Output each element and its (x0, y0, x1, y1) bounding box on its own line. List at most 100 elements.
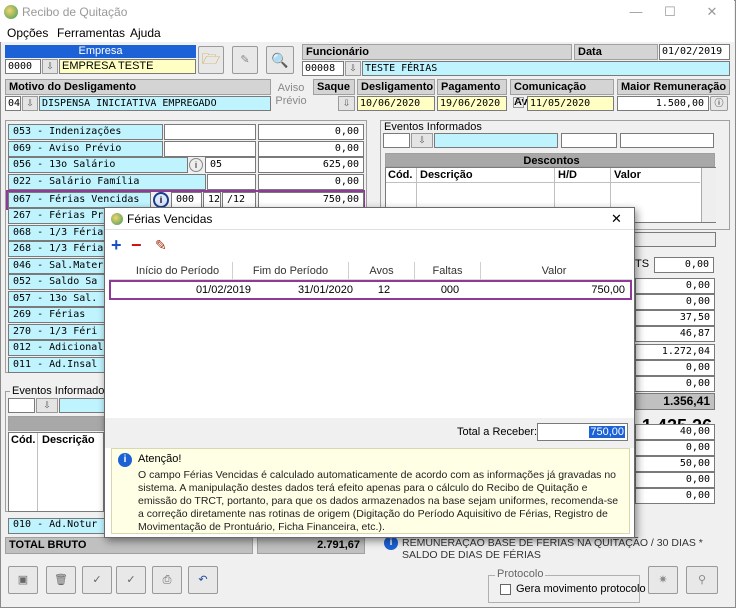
motivo-lookup-button[interactable]: ⇩ (22, 96, 38, 111)
note-text: O campo Férias Vencidas é calculado auto… (138, 469, 619, 533)
edit-doc-icon: ✎ (240, 54, 250, 66)
right-event-lookup[interactable]: ⇩ (411, 133, 433, 148)
pagamento-value[interactable]: 19/06/2020 (437, 96, 507, 111)
remove-icon[interactable]: − (131, 236, 142, 254)
periodo-row[interactable]: 01/02/2019 31/01/2020 12 000 750,00 (109, 280, 632, 300)
value-cell[interactable]: 0,00 (635, 360, 715, 376)
ad-noturno-label: 010 - Ad.Notur (8, 518, 105, 534)
desligamento-value[interactable]: 10/06/2020 (357, 96, 435, 111)
right-event-hd[interactable] (561, 133, 617, 148)
info-button[interactable]: ⓘ (710, 96, 728, 111)
motivo-code[interactable]: 04 (5, 96, 21, 111)
verba-ref[interactable] (207, 174, 256, 190)
col-descricao: Descrição (420, 169, 473, 181)
scrollbar[interactable] (701, 168, 716, 222)
descontos-title: Descontos (385, 153, 715, 167)
value-cell[interactable]: 0,00 (635, 488, 715, 504)
verba-ref[interactable]: 05 (205, 157, 256, 173)
grid-divider (37, 433, 38, 511)
verba-value[interactable]: 625,00 (258, 157, 364, 173)
left-events-grid[interactable]: Cód. Descrição (8, 432, 104, 512)
value-cell[interactable]: 46,87 (635, 326, 715, 342)
confirm-button[interactable]: ✓ (82, 566, 112, 594)
search-button[interactable]: 🔍 (266, 46, 294, 74)
verba-ref[interactable] (164, 124, 256, 140)
delete-button[interactable]: 🗑 (46, 566, 76, 594)
verba-label: 046 - Sal.Mater (8, 258, 105, 274)
value-cell[interactable]: 1.272,04 (635, 344, 715, 360)
ferias-info-icon[interactable]: i (153, 192, 169, 208)
app-icon (4, 5, 18, 19)
undo-button[interactable]: ↶ (188, 566, 218, 594)
minimize-button[interactable]: — (626, 4, 646, 20)
menu-ajuda[interactable]: Ajuda (130, 26, 161, 40)
col-valor: Valor (541, 265, 567, 277)
print-button[interactable]: ⎙ (152, 566, 182, 594)
right-event-value[interactable] (620, 133, 714, 148)
save-button[interactable]: ▣ (8, 566, 38, 594)
verba-label: 052 - Saldo Sa (8, 274, 105, 290)
empresa-lookup-button[interactable]: ⇩ (42, 59, 58, 74)
dialog-close-button[interactable]: ✕ (611, 211, 622, 227)
search-people-button[interactable]: ⚲ (686, 566, 718, 594)
funcionario-lookup-button[interactable]: ⇩ (345, 61, 361, 76)
confirm2-button[interactable]: ✓ (116, 566, 146, 594)
comunicacao-checkbox[interactable]: ✓ (513, 97, 524, 108)
edit-button[interactable]: ✎ (232, 46, 258, 74)
13o-info-icon[interactable]: i (189, 158, 203, 172)
row-valor: 750,00 (591, 284, 625, 296)
remuneracao-note: REMUNERAÇÃO BASE DE FÉRIAS NA QUITAÇÃO /… (402, 537, 703, 561)
value-cell[interactable]: 37,50 (635, 310, 715, 326)
left-event-code[interactable] (8, 398, 35, 413)
menu-ferramentas[interactable]: Ferramentas (57, 26, 125, 40)
verba-value[interactable]: 0,00 (258, 141, 364, 157)
protocolo-title: Protocolo (495, 568, 546, 580)
motivo-value[interactable]: DISPENSA INICIATIVA EMPREGADO (39, 96, 271, 111)
maior-remuneracao-value[interactable]: 1.500,00 (617, 96, 709, 111)
value-cell[interactable]: 0,00 (635, 294, 715, 310)
dialog-title: Férias Vencidas (127, 212, 213, 226)
add-icon[interactable]: + (111, 236, 122, 254)
pencil-icon[interactable]: ✎ (155, 236, 167, 254)
saque-dropdown[interactable]: ⇩ (338, 96, 355, 111)
admissao-value[interactable]: 01/02/2019 (659, 44, 730, 60)
empresa-name[interactable]: EMPRESA TESTE (59, 59, 196, 74)
gera-protocolo-checkbox[interactable] (500, 584, 511, 595)
value-cell[interactable]: 0,00 (635, 376, 715, 392)
verba-avos[interactable]: 12 (203, 192, 221, 208)
ts-value[interactable]: 0,00 (654, 257, 714, 273)
verba-label: 022 - Salário Família (8, 174, 206, 190)
funcionario-label: Funcionário (302, 44, 572, 60)
verba-avos-total[interactable]: /12 (222, 192, 256, 208)
motivo-label: Motivo do Desligamento (5, 79, 271, 95)
value-cell[interactable]: 50,00 (635, 456, 715, 472)
left-event-desc[interactable] (59, 398, 105, 413)
value-cell[interactable]: 40,00 (635, 424, 715, 440)
desligamento-label: Desligamento (357, 79, 435, 95)
empresa-code[interactable]: 0000 (5, 59, 41, 74)
comunicacao-value[interactable]: 11/05/2020 (527, 96, 614, 111)
left-events-title: Eventos Informados (10, 385, 112, 397)
open-folder-button[interactable]: 🗁 (198, 46, 224, 74)
magnifier-icon: ⚲ (697, 574, 707, 586)
verba-row: 053 - Indenizações 0,00 (8, 124, 364, 140)
right-event-desc[interactable] (434, 133, 558, 148)
maximize-button[interactable]: ☐ (660, 4, 680, 20)
menu-opcoes[interactable]: Opções (7, 26, 48, 40)
total-receber-field[interactable]: 750,00 (537, 423, 628, 441)
settings-button[interactable]: ✷ (648, 566, 678, 594)
right-event-code[interactable] (383, 133, 410, 148)
funcionario-code[interactable]: 00008 (302, 61, 344, 76)
left-event-lookup[interactable]: ⇩ (36, 398, 58, 413)
verba-value[interactable]: 0,00 (258, 174, 364, 190)
verba-ref[interactable] (164, 141, 256, 157)
value-cell[interactable]: 0,00 (635, 440, 715, 456)
verba-ref[interactable]: 000 (171, 192, 202, 208)
funcionario-name[interactable]: TESTE FÉRIAS (362, 61, 730, 76)
close-button[interactable]: ✕ (702, 4, 722, 20)
verba-value[interactable]: 0,00 (258, 124, 364, 140)
folder-icon: 🗁 (201, 51, 221, 68)
value-cell[interactable]: 0,00 (635, 472, 715, 488)
verba-value[interactable]: 750,00 (258, 192, 364, 208)
value-cell[interactable]: 0,00 (635, 278, 715, 294)
